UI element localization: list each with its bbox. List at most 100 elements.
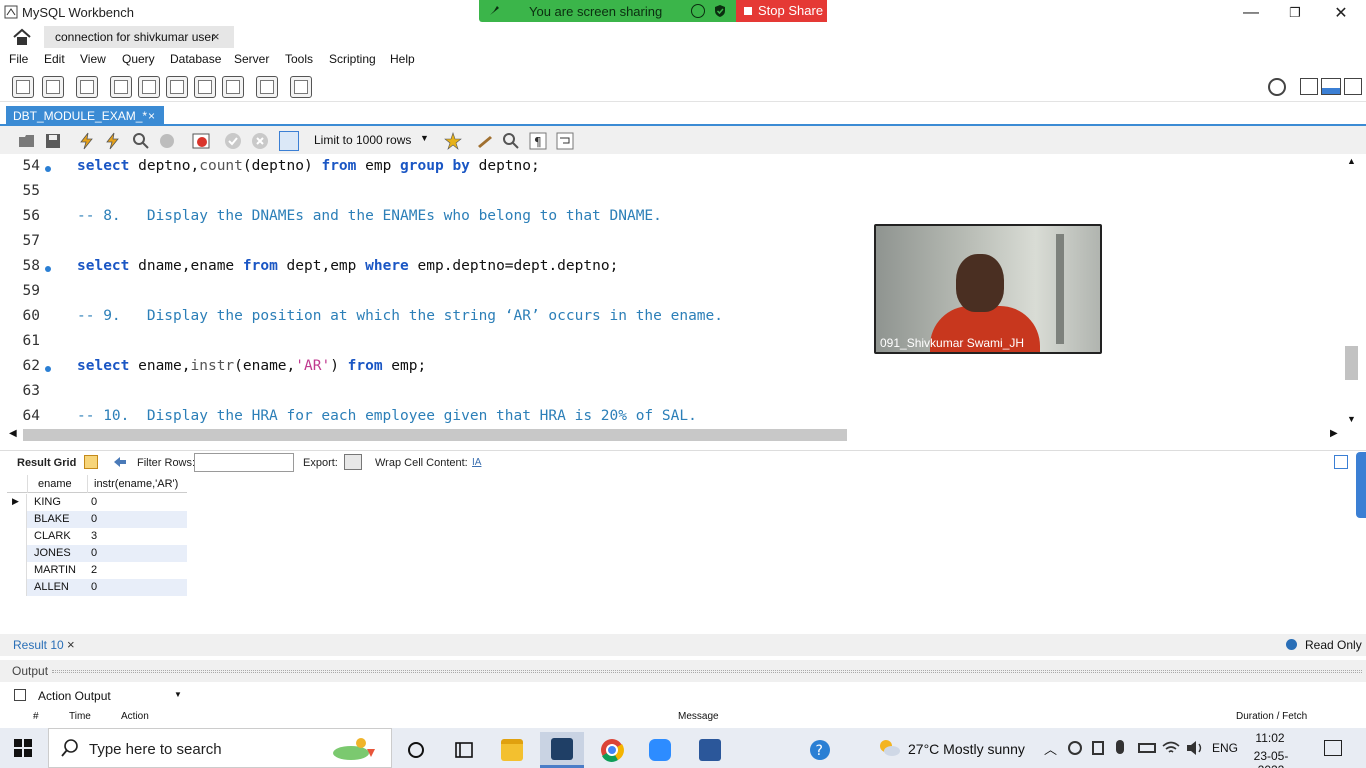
- clock-date[interactable]: 23-05-2022: [1246, 749, 1296, 768]
- device-icon[interactable]: [1092, 741, 1104, 755]
- grid-view-icon[interactable]: [84, 455, 98, 469]
- code-text[interactable]: -- 8. Display the DNAMEs and the ENAMEs …: [77, 208, 662, 224]
- cell-ename[interactable]: KING: [34, 496, 61, 508]
- row-header[interactable]: [7, 562, 27, 579]
- autocommit-toggle-icon[interactable]: [279, 131, 299, 151]
- close-connection-tab-icon[interactable]: ×: [212, 29, 220, 44]
- cell-instr[interactable]: 0: [91, 513, 97, 525]
- stop-query-icon[interactable]: [158, 132, 176, 150]
- result-grid-label[interactable]: Result Grid: [17, 457, 76, 469]
- execute-current-icon[interactable]: [104, 132, 122, 150]
- toggle-autocommit-error-icon[interactable]: [192, 132, 210, 150]
- menu-help[interactable]: Help: [390, 52, 415, 66]
- copy-icon[interactable]: [14, 689, 26, 701]
- horizontal-scroll-thumb[interactable]: [23, 429, 847, 441]
- weather-text[interactable]: 27°C Mostly sunny: [908, 741, 1025, 757]
- scroll-down-icon[interactable]: ▼: [1347, 414, 1356, 424]
- editor-vertical-scrollbar[interactable]: ▲ ▼: [1343, 154, 1360, 428]
- table-row[interactable]: BLAKE 0: [7, 511, 187, 528]
- task-view-icon[interactable]: [394, 732, 438, 768]
- network-status-icon[interactable]: [1068, 741, 1082, 755]
- word-wrap-icon[interactable]: [556, 132, 574, 150]
- column-header-instr[interactable]: instr(ename,'AR'): [94, 478, 178, 490]
- explain-icon[interactable]: [132, 132, 150, 150]
- menu-edit[interactable]: Edit: [44, 52, 65, 66]
- menu-scripting[interactable]: Scripting: [329, 52, 376, 66]
- language-indicator[interactable]: ENG: [1212, 741, 1238, 755]
- toggle-result-panel-icon[interactable]: [1334, 455, 1348, 469]
- statement-marker-icon[interactable]: [45, 366, 51, 372]
- battery-icon[interactable]: [1138, 743, 1156, 753]
- column-header-ename[interactable]: ename: [38, 478, 72, 490]
- inspector-icon[interactable]: [76, 76, 98, 98]
- menu-server[interactable]: Server: [234, 52, 269, 66]
- code-line[interactable]: 59: [0, 283, 1340, 308]
- menu-view[interactable]: View: [80, 52, 106, 66]
- cell-ename[interactable]: ALLEN: [34, 581, 69, 593]
- code-line[interactable]: 54 select deptno,count(deptno) from emp g…: [0, 158, 1340, 183]
- row-header[interactable]: [7, 545, 27, 562]
- scroll-up-icon[interactable]: ▲: [1347, 156, 1356, 166]
- toggle-output-icon[interactable]: [1321, 78, 1341, 95]
- wrap-toggle-icon[interactable]: IA: [472, 457, 481, 468]
- pause-icon[interactable]: [691, 4, 705, 18]
- table-row[interactable]: MARTIN 2: [7, 562, 187, 579]
- vertical-scroll-thumb[interactable]: [1345, 346, 1358, 380]
- commit-icon[interactable]: [224, 132, 242, 150]
- code-line[interactable]: 60 -- 9. Display the position at which th…: [0, 308, 1340, 333]
- minimize-button[interactable]: —: [1228, 0, 1274, 26]
- sql-editor[interactable]: 54 select deptno,count(deptno) from emp g…: [0, 154, 1360, 428]
- code-line[interactable]: 62 select ename,instr(ename,'AR') from em…: [0, 358, 1340, 383]
- open-file-icon[interactable]: [18, 132, 36, 150]
- close-window-button[interactable]: ✕: [1318, 0, 1364, 26]
- code-line[interactable]: 64 -- 10. Display the HRA for each employ…: [0, 408, 1340, 428]
- invisible-chars-icon[interactable]: ¶: [529, 132, 547, 150]
- notification-icon[interactable]: [1324, 740, 1342, 756]
- wifi-icon[interactable]: [1162, 740, 1180, 756]
- clock-time[interactable]: 11:02: [1248, 731, 1292, 745]
- widgets-icon[interactable]: [442, 732, 486, 768]
- row-header[interactable]: ▶: [7, 494, 27, 511]
- add-snippet-icon[interactable]: [444, 132, 462, 150]
- find-icon[interactable]: [502, 132, 520, 150]
- gear-icon[interactable]: [1268, 78, 1286, 96]
- create-table-icon[interactable]: [138, 76, 160, 98]
- code-text[interactable]: select dname,ename from dept,emp where e…: [77, 258, 618, 274]
- export-icon[interactable]: [344, 454, 362, 470]
- table-row[interactable]: CLARK 3: [7, 528, 187, 545]
- output-drag-handle[interactable]: [52, 670, 1362, 673]
- row-header[interactable]: [7, 528, 27, 545]
- scroll-left-icon[interactable]: ◀: [9, 428, 17, 439]
- code-text[interactable]: -- 9. Display the position at which the …: [77, 308, 723, 324]
- row-header[interactable]: [7, 579, 27, 596]
- table-row[interactable]: JONES 0: [7, 545, 187, 562]
- help-icon[interactable]: ?: [798, 732, 842, 768]
- output-type-select[interactable]: Action Output ▼: [34, 687, 184, 705]
- restore-button[interactable]: ❐: [1272, 0, 1318, 26]
- row-header[interactable]: [7, 511, 27, 528]
- code-line[interactable]: 56 -- 8. Display the DNAMEs and the ENAME…: [0, 208, 1340, 233]
- side-panel-tab[interactable]: [1356, 452, 1366, 518]
- menu-tools[interactable]: Tools: [285, 52, 313, 66]
- result-grid[interactable]: ename instr(ename,'AR') ▶ KING 0 BLAKE 0 CLAR…: [7, 475, 187, 597]
- cell-ename[interactable]: BLAKE: [34, 513, 69, 525]
- word-icon[interactable]: [688, 732, 732, 768]
- menu-file[interactable]: File: [9, 52, 28, 66]
- cell-instr[interactable]: 0: [91, 581, 97, 593]
- microphone-icon[interactable]: [1116, 740, 1124, 754]
- code-line[interactable]: 55: [0, 183, 1340, 208]
- save-icon[interactable]: [44, 132, 62, 150]
- cell-ename[interactable]: CLARK: [34, 530, 71, 542]
- chevron-up-icon[interactable]: ︿: [1044, 739, 1057, 758]
- code-line[interactable]: 63: [0, 383, 1340, 408]
- menu-database[interactable]: Database: [170, 52, 221, 66]
- filter-rows-input[interactable]: [194, 453, 294, 472]
- cell-instr[interactable]: 0: [91, 547, 97, 559]
- scroll-right-icon[interactable]: ▶: [1330, 428, 1338, 439]
- close-result-tab-icon[interactable]: ×: [67, 637, 75, 652]
- stop-share-button[interactable]: Stop Share: [736, 0, 827, 22]
- editor-tab[interactable]: DBT_MODULE_EXAM_* ×: [6, 106, 164, 126]
- toggle-secondary-sidebar-icon[interactable]: [1344, 78, 1362, 95]
- search-table-data-icon[interactable]: [256, 76, 278, 98]
- code-text[interactable]: select ename,instr(ename,'AR') from emp;: [77, 358, 426, 374]
